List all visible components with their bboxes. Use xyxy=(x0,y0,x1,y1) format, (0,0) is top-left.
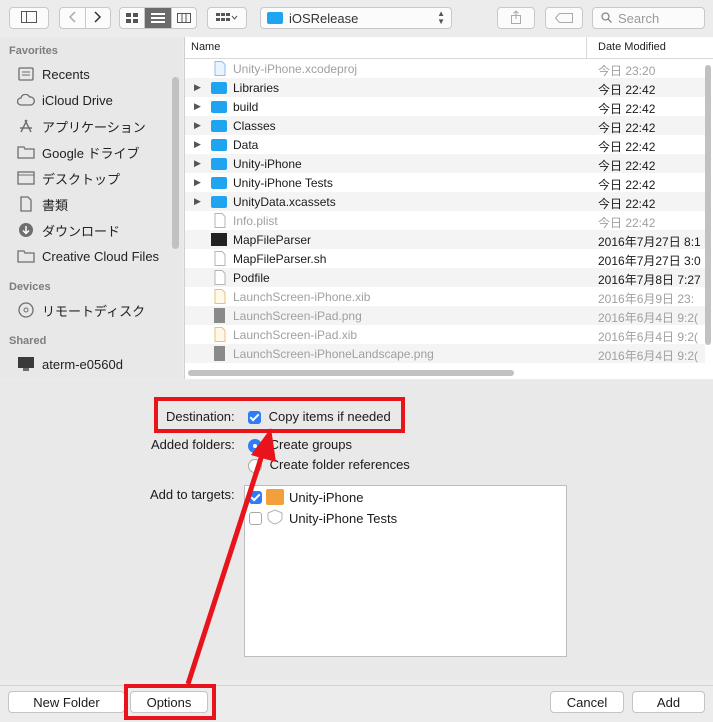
annotation-arrow xyxy=(185,428,276,685)
